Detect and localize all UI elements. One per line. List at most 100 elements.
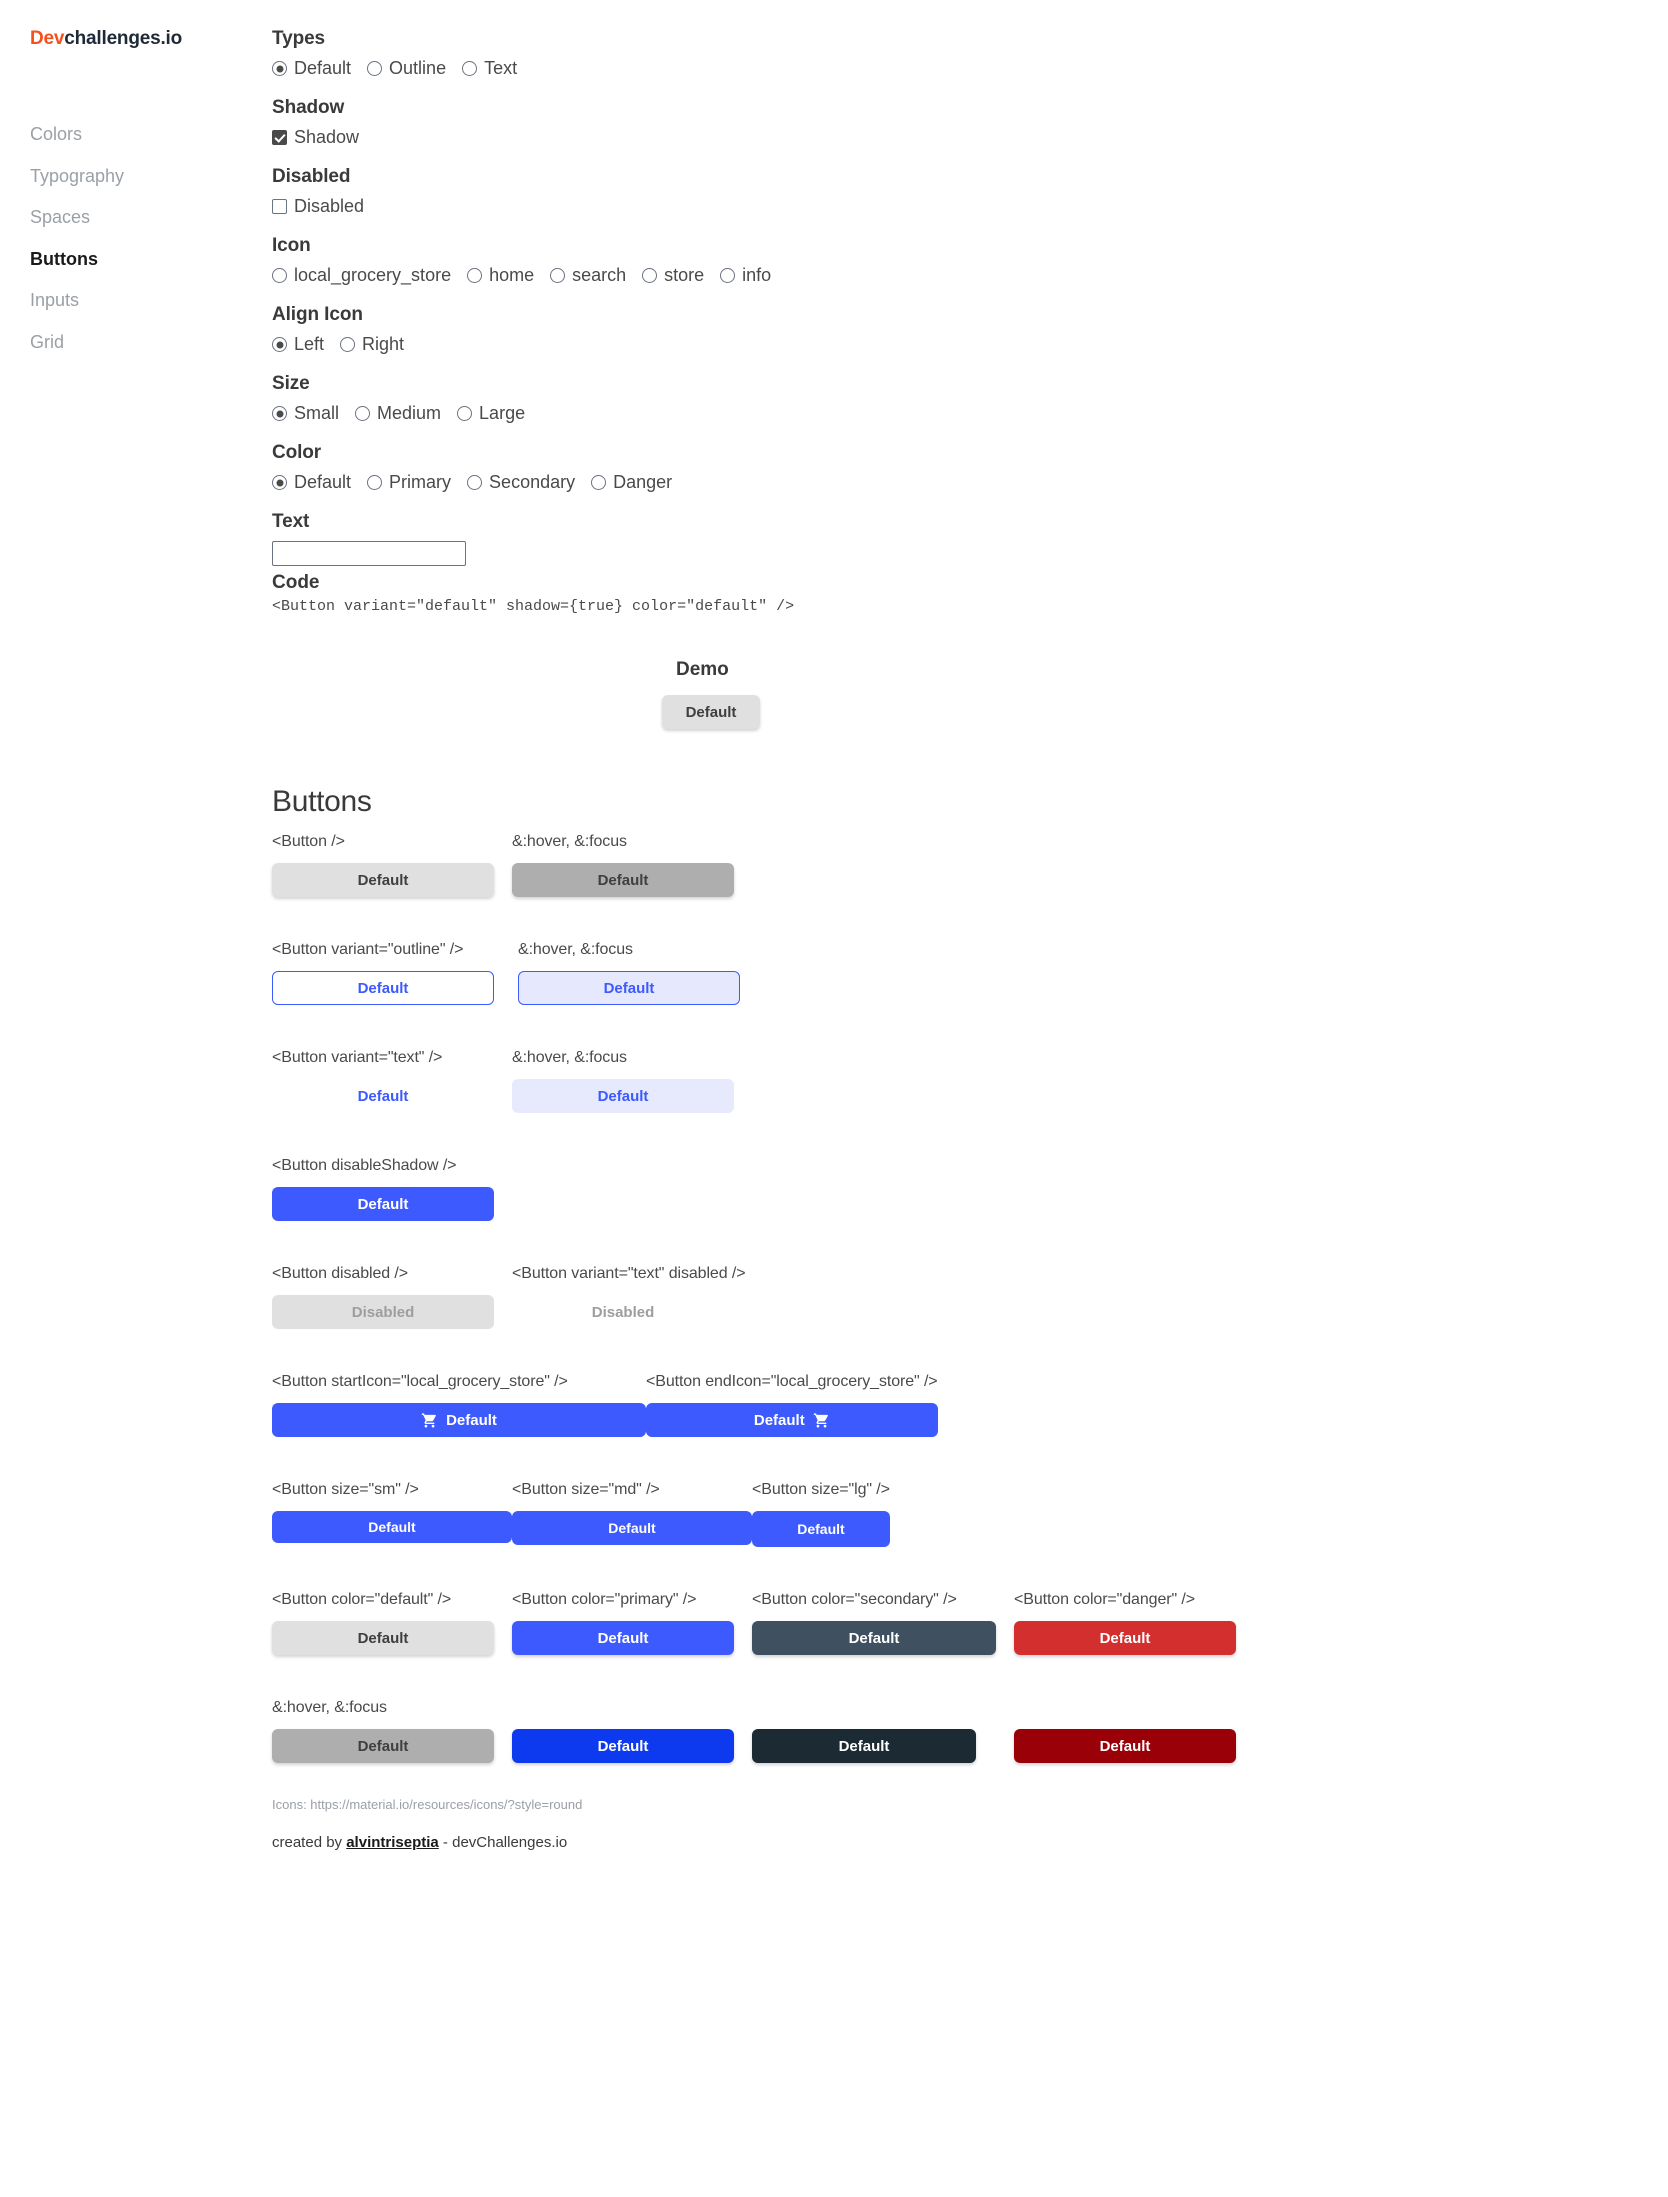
radio-icon-search[interactable]: search <box>550 265 626 286</box>
radio-indicator-icon <box>467 475 483 490</box>
radio-icon-local-grocery-store-label: local_grocery_store <box>294 265 452 285</box>
size-radio-row: Small Medium Large <box>272 403 1628 424</box>
radio-type-outline[interactable]: Outline <box>367 58 446 79</box>
showcase-cell: <Button variant="text" /> Default <box>272 1049 512 1113</box>
demo-button[interactable]: Default <box>662 695 760 729</box>
button-text-hover[interactable]: Default <box>512 1079 734 1113</box>
control-group-color: Color Default Primary Secondary Danger <box>272 442 1628 493</box>
radio-color-primary[interactable]: Primary <box>367 472 451 493</box>
radio-size-small-label: Small <box>294 403 340 423</box>
radio-color-secondary[interactable]: Secondary <box>467 472 575 493</box>
footer-author-link[interactable]: alvintriseptia <box>346 1834 439 1851</box>
button-size-sm[interactable]: Default <box>272 1511 512 1543</box>
button-color-default[interactable]: Default <box>272 1621 494 1655</box>
cell-label: <Button /> <box>272 833 345 850</box>
radio-color-danger[interactable]: Danger <box>591 472 672 493</box>
button-color-danger-hover[interactable]: Default <box>1014 1729 1236 1763</box>
radio-icon-store[interactable]: store <box>642 265 704 286</box>
showcase-cell: <Button disabled /> Disabled <box>272 1265 512 1329</box>
sidebar-item-spaces[interactable]: Spaces <box>30 197 272 239</box>
cell-label: <Button startIcon="local_grocery_store" … <box>272 1373 568 1390</box>
checkbox-shadow[interactable]: Shadow <box>272 127 359 148</box>
showcase-row-text: <Button variant="text" /> Default &:hove… <box>272 1049 1628 1113</box>
types-title: Types <box>272 28 326 49</box>
cell-label: &:hover, &:focus <box>518 941 633 958</box>
radio-icon-home[interactable]: home <box>467 265 534 286</box>
button-default-hover[interactable]: Default <box>512 863 734 897</box>
button-default[interactable]: Default <box>272 863 494 897</box>
sidebar-item-colors[interactable]: Colors <box>30 114 272 156</box>
showcase-cell: &:hover, &:focus Default <box>512 1049 734 1113</box>
radio-align-right[interactable]: Right <box>340 334 404 355</box>
showcase-row-disabled: <Button disabled /> Disabled <Button var… <box>272 1265 1628 1329</box>
radio-icon-info[interactable]: info <box>720 265 771 286</box>
showcase-cell: <Button variant="outline" /> Default <box>272 941 518 1005</box>
showcase-cell: <Button color="default" /> Default <box>272 1591 512 1655</box>
showcase-cell: &:hover, &:focus Default <box>272 1699 512 1763</box>
button-outline-hover[interactable]: Default <box>518 971 740 1005</box>
button-color-secondary-hover[interactable]: Default <box>752 1729 976 1763</box>
local-grocery-store-icon <box>421 1412 438 1429</box>
demo-title: Demo <box>676 659 729 680</box>
radio-align-left[interactable]: Left <box>272 334 324 355</box>
radio-type-text[interactable]: Text <box>462 58 517 79</box>
radio-color-default[interactable]: Default <box>272 472 351 493</box>
button-color-primary[interactable]: Default <box>512 1621 734 1655</box>
button-start-icon-label: Default <box>446 1411 497 1429</box>
demo-section: Demo Default <box>272 659 1628 729</box>
radio-indicator-icon <box>462 61 478 76</box>
showcase-row-default: <Button /> Default &:hover, &:focus Defa… <box>272 833 1628 897</box>
cell-label: &:hover, &:focus <box>512 833 627 850</box>
button-color-secondary[interactable]: Default <box>752 1621 996 1655</box>
cell-label: <Button size="sm" /> <box>272 1481 419 1498</box>
sidebar-item-buttons[interactable]: Buttons <box>30 239 272 281</box>
radio-indicator-icon <box>272 268 287 283</box>
button-end-icon[interactable]: Default <box>646 1403 938 1437</box>
showcase-cell: &:hover, &:focus Default <box>518 941 740 1005</box>
button-color-default-hover[interactable]: Default <box>272 1729 494 1763</box>
showcase-heading: Buttons <box>272 785 372 818</box>
radio-size-medium[interactable]: Medium <box>355 403 441 424</box>
showcase-cell: <Button size="sm" /> Default <box>272 1481 512 1543</box>
radio-size-large[interactable]: Large <box>457 403 525 424</box>
radio-icon-home-label: home <box>489 265 535 285</box>
checkbox-disabled[interactable]: Disabled <box>272 196 364 217</box>
brand-logo-prefix: Dev <box>30 28 65 49</box>
button-end-icon-label: Default <box>753 1411 805 1429</box>
sidebar-item-typography[interactable]: Typography <box>30 156 272 198</box>
showcase-row-outline: <Button variant="outline" /> Default &:h… <box>272 941 1628 1005</box>
radio-indicator-icon <box>272 61 287 76</box>
button-color-primary-hover[interactable]: Default <box>512 1729 734 1763</box>
sidebar-nav: Colors Typography Spaces Buttons Inputs … <box>30 114 272 364</box>
radio-type-default[interactable]: Default <box>272 58 351 79</box>
button-text-input[interactable] <box>272 541 466 566</box>
radio-icon-local-grocery-store[interactable]: local_grocery_store <box>272 265 451 286</box>
radio-size-small[interactable]: Small <box>272 403 339 424</box>
size-title: Size <box>272 373 310 394</box>
button-disable-shadow[interactable]: Default <box>272 1187 494 1221</box>
radio-indicator-icon <box>457 406 473 421</box>
color-radio-row: Default Primary Secondary Danger <box>272 472 1628 493</box>
control-group-types: Types Default Outline Text <box>272 28 1628 79</box>
cell-label: <Button variant="outline" /> <box>272 941 464 958</box>
showcase-cell: <Button color="danger" /> Default <box>1014 1591 1236 1655</box>
brand-logo[interactable]: Devchallenges.io <box>30 28 272 50</box>
button-start-icon[interactable]: Default <box>272 1403 646 1437</box>
sidebar-item-inputs[interactable]: Inputs <box>30 280 272 322</box>
button-color-danger[interactable]: Default <box>1014 1621 1236 1655</box>
radio-icon-info-label: info <box>742 265 772 285</box>
button-text[interactable]: Default <box>272 1079 494 1113</box>
button-size-md[interactable]: Default <box>512 1511 752 1545</box>
sidebar-item-grid[interactable]: Grid <box>30 322 272 364</box>
icon-radio-row: local_grocery_store home search store in… <box>272 265 1628 286</box>
control-group-code: Code <Button variant="default" shadow={t… <box>272 572 1628 615</box>
button-outline[interactable]: Default <box>272 971 494 1005</box>
footer-icons-note: Icons: https://material.io/resources/ico… <box>272 1797 583 1812</box>
button-size-lg[interactable]: Default <box>752 1511 890 1547</box>
control-group-shadow: Shadow Shadow <box>272 97 1628 148</box>
cell-label: <Button disabled /> <box>272 1265 408 1282</box>
main-content: Types Default Outline Text Shadow Shadow… <box>272 28 1668 1851</box>
button-text-disabled: Disabled <box>512 1295 734 1329</box>
radio-type-text-label: Text <box>484 58 518 78</box>
code-title: Code <box>272 572 320 593</box>
